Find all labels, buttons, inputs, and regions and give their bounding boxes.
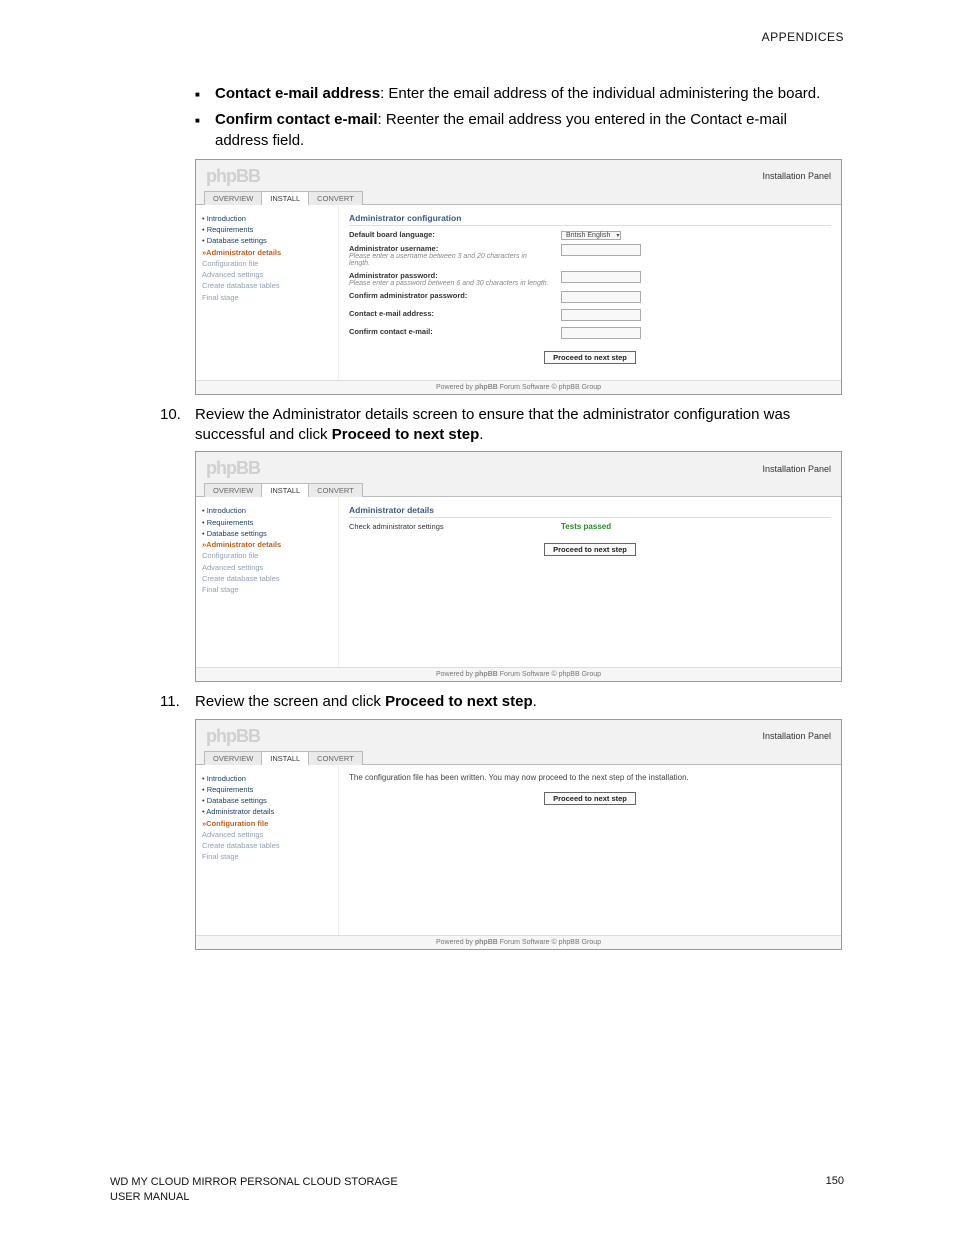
config-written-message: The configuration file has been written.… bbox=[349, 773, 831, 782]
nav-final[interactable]: Final stage bbox=[202, 292, 332, 303]
label-check-settings: Check administrator settings bbox=[349, 522, 549, 531]
tab-overview[interactable]: OVERVIEW bbox=[204, 191, 262, 205]
label-contact-email: Contact e-mail address: bbox=[349, 309, 549, 318]
install-sidebar: • Introduction • Requirements • Database… bbox=[196, 765, 339, 935]
section-heading: Administrator configuration bbox=[349, 213, 831, 226]
nav-advanced[interactable]: Advanced settings bbox=[202, 829, 332, 840]
nav-create-db[interactable]: Create database tables bbox=[202, 280, 332, 291]
nav-final[interactable]: Final stage bbox=[202, 851, 332, 862]
input-confirm-password[interactable] bbox=[561, 291, 641, 303]
nav-final[interactable]: Final stage bbox=[202, 584, 332, 595]
bullet-label: Contact e-mail address bbox=[215, 85, 380, 102]
phpbb-logo: phpBB bbox=[206, 726, 260, 747]
panel-footer: Powered by phpBB Forum Software © phpBB … bbox=[196, 380, 841, 394]
input-admin-password[interactable] bbox=[561, 271, 641, 283]
page-number: 150 bbox=[826, 1175, 844, 1205]
step-text: Review the Administrator details screen … bbox=[195, 405, 844, 446]
tab-overview[interactable]: OVERVIEW bbox=[204, 751, 262, 765]
bullet-desc: : Enter the email address of the individ… bbox=[380, 85, 820, 102]
tab-install[interactable]: INSTALL bbox=[261, 191, 309, 205]
bullet-text: Confirm contact e-mail: Reenter the emai… bbox=[215, 110, 844, 151]
nav-database[interactable]: • Database settings bbox=[202, 235, 332, 246]
tab-convert[interactable]: CONVERT bbox=[308, 191, 363, 205]
proceed-button[interactable]: Proceed to next step bbox=[544, 351, 636, 364]
screenshot-panel-admin-config: phpBB Installation Panel OVERVIEWINSTALL… bbox=[195, 159, 842, 395]
footer-doc-type: USER MANUAL bbox=[110, 1190, 398, 1205]
tests-passed-status: Tests passed bbox=[561, 522, 611, 531]
tab-overview[interactable]: OVERVIEW bbox=[204, 483, 262, 497]
nav-config-file[interactable]: Configuration file bbox=[202, 258, 332, 269]
input-confirm-email[interactable] bbox=[561, 327, 641, 339]
nav-config-file[interactable]: »Configuration file bbox=[202, 818, 332, 829]
bullet-text: Contact e-mail address: Enter the email … bbox=[215, 84, 844, 104]
bullet-item: ■ Confirm contact e-mail: Reenter the em… bbox=[195, 110, 844, 151]
bullet-label: Confirm contact e-mail bbox=[215, 111, 378, 128]
tab-convert[interactable]: CONVERT bbox=[308, 751, 363, 765]
step-number: 11. bbox=[160, 692, 195, 712]
label-confirm-password: Confirm administrator password: bbox=[349, 291, 549, 300]
proceed-button[interactable]: Proceed to next step bbox=[544, 792, 636, 805]
nav-advanced[interactable]: Advanced settings bbox=[202, 269, 332, 280]
label-admin-username: Administrator username: Please enter a u… bbox=[349, 244, 549, 267]
section-heading: Administrator details bbox=[349, 505, 831, 518]
input-contact-email[interactable] bbox=[561, 309, 641, 321]
nav-requirements[interactable]: • Requirements bbox=[202, 517, 332, 528]
nav-config-file[interactable]: Configuration file bbox=[202, 550, 332, 561]
tab-install[interactable]: INSTALL bbox=[261, 751, 309, 765]
label-default-language: Default board language: bbox=[349, 230, 549, 239]
tab-install[interactable]: INSTALL bbox=[261, 483, 309, 497]
proceed-button[interactable]: Proceed to next step bbox=[544, 543, 636, 556]
bullet-icon: ■ bbox=[195, 84, 215, 104]
footer-product: WD MY CLOUD MIRROR PERSONAL CLOUD STORAG… bbox=[110, 1175, 398, 1190]
nav-create-db[interactable]: Create database tables bbox=[202, 573, 332, 584]
bullet-icon: ■ bbox=[195, 110, 215, 151]
hint-admin-password: Please enter a password between 6 and 30… bbox=[349, 280, 549, 287]
installation-panel-title: Installation Panel bbox=[762, 171, 831, 181]
nav-database[interactable]: • Database settings bbox=[202, 528, 332, 539]
nav-introduction[interactable]: • Introduction bbox=[202, 213, 332, 224]
nav-requirements[interactable]: • Requirements bbox=[202, 784, 332, 795]
phpbb-logo: phpBB bbox=[206, 166, 260, 187]
phpbb-logo: phpBB bbox=[206, 458, 260, 479]
panel-footer: Powered by phpBB Forum Software © phpBB … bbox=[196, 667, 841, 681]
nav-requirements[interactable]: • Requirements bbox=[202, 224, 332, 235]
tab-convert[interactable]: CONVERT bbox=[308, 483, 363, 497]
label-confirm-email: Confirm contact e-mail: bbox=[349, 327, 549, 336]
step-11: 11. Review the screen and click Proceed … bbox=[160, 692, 844, 712]
screenshot-panel-admin-details: phpBB Installation Panel OVERVIEWINSTALL… bbox=[195, 451, 842, 682]
installation-panel-title: Installation Panel bbox=[762, 731, 831, 741]
page-footer: WD MY CLOUD MIRROR PERSONAL CLOUD STORAG… bbox=[110, 1175, 844, 1205]
installation-panel-title: Installation Panel bbox=[762, 464, 831, 474]
nav-create-db[interactable]: Create database tables bbox=[202, 840, 332, 851]
nav-introduction[interactable]: • Introduction bbox=[202, 505, 332, 516]
page-header-section: APPENDICES bbox=[110, 30, 844, 44]
nav-admin-details[interactable]: »Administrator details bbox=[202, 539, 332, 550]
nav-admin-details[interactable]: • Administrator details bbox=[202, 806, 332, 817]
bullet-item: ■ Contact e-mail address: Enter the emai… bbox=[195, 84, 844, 104]
install-sidebar: • Introduction • Requirements • Database… bbox=[196, 497, 339, 667]
screenshot-panel-config-file: phpBB Installation Panel OVERVIEWINSTALL… bbox=[195, 719, 842, 950]
input-admin-username[interactable] bbox=[561, 244, 641, 256]
nav-database[interactable]: • Database settings bbox=[202, 795, 332, 806]
step-text: Review the screen and click Proceed to n… bbox=[195, 692, 844, 712]
nav-advanced[interactable]: Advanced settings bbox=[202, 562, 332, 573]
select-default-language[interactable]: British English bbox=[561, 231, 621, 240]
step-number: 10. bbox=[160, 405, 195, 446]
bullet-list: ■ Contact e-mail address: Enter the emai… bbox=[195, 84, 844, 151]
label-admin-password: Administrator password: Please enter a p… bbox=[349, 271, 549, 287]
nav-admin-details[interactable]: »Administrator details bbox=[202, 247, 332, 258]
nav-introduction[interactable]: • Introduction bbox=[202, 773, 332, 784]
step-10: 10. Review the Administrator details scr… bbox=[160, 405, 844, 446]
panel-footer: Powered by phpBB Forum Software © phpBB … bbox=[196, 935, 841, 949]
install-sidebar: • Introduction • Requirements • Database… bbox=[196, 205, 339, 380]
hint-admin-username: Please enter a username between 3 and 20… bbox=[349, 253, 549, 267]
